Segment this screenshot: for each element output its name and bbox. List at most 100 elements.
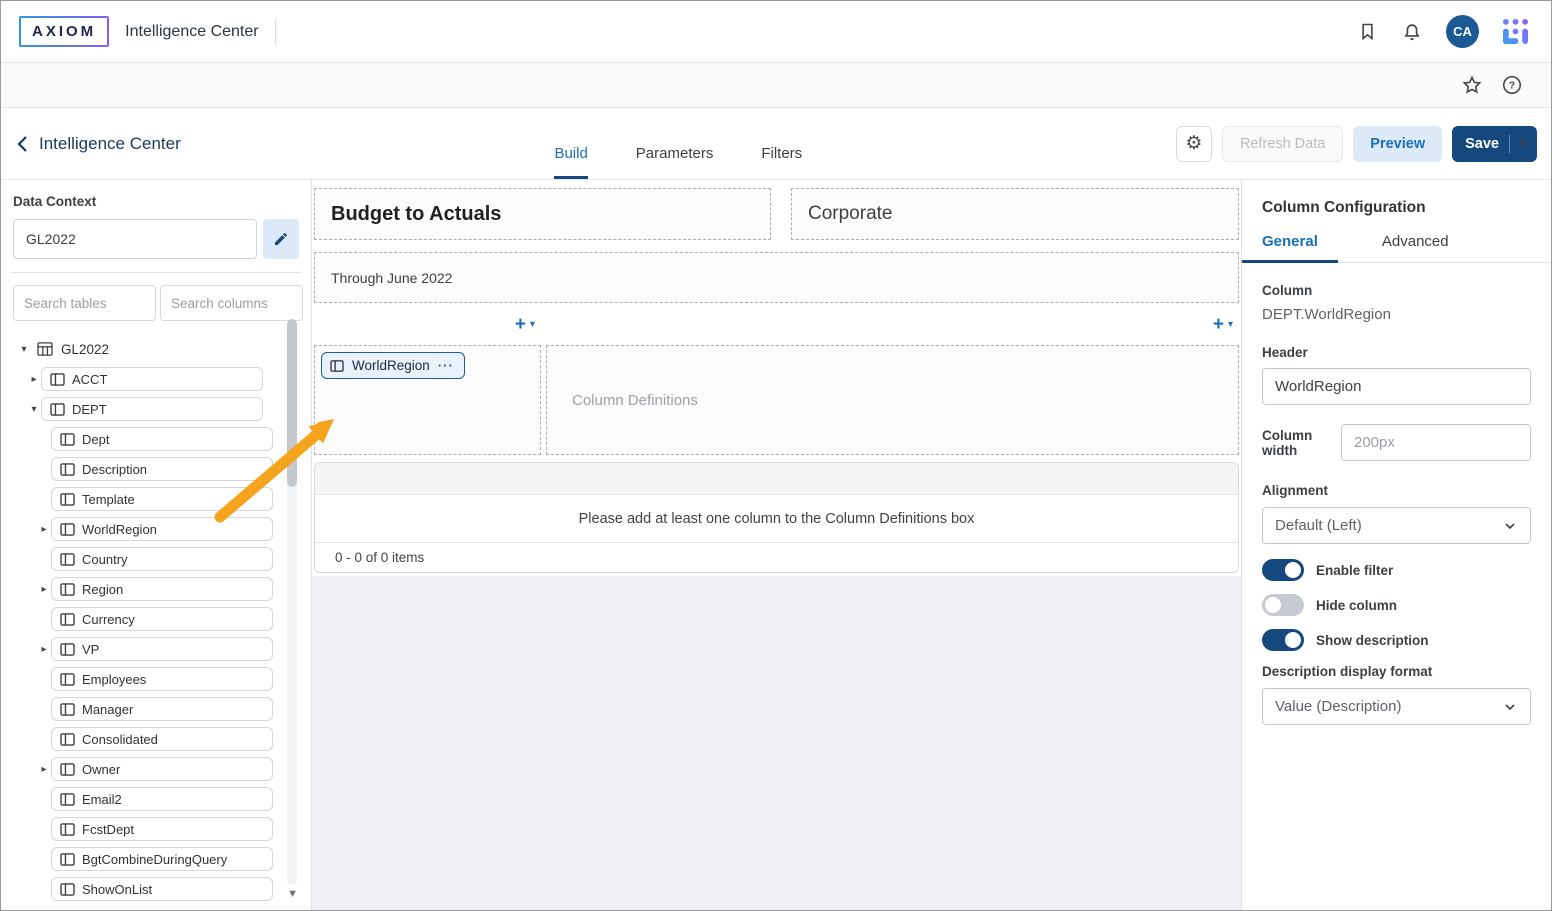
tree-node-label: Manager bbox=[82, 702, 133, 717]
caret-right-icon[interactable]: ▸ bbox=[27, 374, 41, 385]
tab-build[interactable]: Build bbox=[554, 145, 587, 179]
tree-node-label: Consolidated bbox=[82, 732, 158, 747]
tab-parameters[interactable]: Parameters bbox=[636, 145, 714, 179]
svg-text:?: ? bbox=[1509, 81, 1515, 92]
tree-row-country[interactable]: Country bbox=[13, 544, 299, 574]
report-toolbar: Intelligence Center Build Parameters Fil… bbox=[1, 108, 1551, 180]
report-title-box[interactable]: Budget to Actuals bbox=[314, 188, 771, 240]
caret-right-icon[interactable]: ▸ bbox=[37, 524, 51, 535]
enable-filter-toggle[interactable] bbox=[1262, 559, 1304, 581]
tree-node[interactable]: ShowOnList bbox=[51, 877, 273, 901]
sidebar-scrollbar-down-arrow[interactable]: ▼ bbox=[287, 888, 298, 900]
tree-node[interactable]: ACCT bbox=[41, 367, 263, 391]
tree-row-manager[interactable]: Manager bbox=[13, 694, 299, 724]
tree-row-acct[interactable]: ▸ACCT bbox=[13, 364, 299, 394]
tree-row-template[interactable]: Template bbox=[13, 484, 299, 514]
tree-row-showonlist[interactable]: ShowOnList bbox=[13, 874, 299, 904]
tree-node[interactable]: Manager bbox=[51, 697, 273, 721]
caret-down-icon[interactable]: ▾ bbox=[27, 404, 41, 415]
alignment-select[interactable]: Default (Left) bbox=[1262, 507, 1531, 544]
notifications-bell-icon[interactable] bbox=[1401, 21, 1423, 43]
tree-root[interactable]: GL2022 bbox=[37, 342, 109, 357]
favorite-star-icon[interactable] bbox=[1461, 74, 1483, 96]
preview-button[interactable]: Preview bbox=[1353, 126, 1442, 162]
add-row-definition-button[interactable]: + ▾ bbox=[515, 311, 535, 337]
tree-node-label: Email2 bbox=[82, 792, 122, 807]
tree-node[interactable]: Email2 bbox=[51, 787, 273, 811]
settings-gear-button[interactable]: ⚙ bbox=[1176, 126, 1212, 162]
data-context-input[interactable] bbox=[13, 219, 257, 259]
plus-icon: + bbox=[515, 315, 526, 334]
report-entity-box[interactable]: Corporate bbox=[791, 188, 1239, 240]
back-link-label: Intelligence Center bbox=[39, 134, 181, 154]
tree-node[interactable]: Owner bbox=[51, 757, 273, 781]
tree-node[interactable]: Employees bbox=[51, 667, 273, 691]
save-dropdown-caret-icon[interactable]: ▾ bbox=[1510, 137, 1524, 150]
caret-right-icon[interactable]: ▸ bbox=[37, 644, 51, 655]
hide-column-toggle[interactable] bbox=[1262, 594, 1304, 616]
tree-node-label: DEPT bbox=[72, 402, 107, 417]
tree-node[interactable]: Dept bbox=[51, 427, 273, 451]
tab-advanced[interactable]: Advanced bbox=[1362, 233, 1469, 263]
tree-row-worldregion[interactable]: ▸WorldRegion bbox=[13, 514, 299, 544]
tab-general[interactable]: General bbox=[1242, 233, 1338, 263]
column-definitions-box[interactable]: Column Definitions bbox=[546, 345, 1239, 455]
tree-node[interactable]: BgtCombineDuringQuery bbox=[51, 847, 273, 871]
column-icon bbox=[60, 613, 75, 626]
show-description-toggle[interactable] bbox=[1262, 629, 1304, 651]
row-definitions-box[interactable]: WorldRegion ··· bbox=[314, 345, 541, 455]
sidebar-scrollbar-thumb[interactable] bbox=[287, 319, 297, 487]
refresh-data-button[interactable]: Refresh Data bbox=[1222, 126, 1343, 162]
alignment-label: Alignment bbox=[1262, 483, 1531, 498]
tree-node[interactable]: Currency bbox=[51, 607, 273, 631]
edit-data-context-button[interactable] bbox=[263, 219, 299, 259]
column-icon bbox=[60, 583, 75, 596]
caret-right-icon[interactable]: ▸ bbox=[37, 764, 51, 775]
tree-node[interactable]: FcstDept bbox=[51, 817, 273, 841]
tree-row-bgtcombineduringquery[interactable]: BgtCombineDuringQuery bbox=[13, 844, 299, 874]
tree-row-employees[interactable]: Employees bbox=[13, 664, 299, 694]
tree-node[interactable]: VP bbox=[51, 637, 273, 661]
tree-node[interactable]: Description bbox=[51, 457, 273, 481]
tree-row-description[interactable]: Description bbox=[13, 454, 299, 484]
tree-node[interactable]: DEPT bbox=[41, 397, 263, 421]
search-tables-input[interactable] bbox=[13, 285, 156, 321]
column-icon bbox=[50, 403, 65, 416]
tree-node[interactable]: Template bbox=[51, 487, 273, 511]
tree-row-email2[interactable]: Email2 bbox=[13, 784, 299, 814]
worldregion-chip[interactable]: WorldRegion ··· bbox=[321, 352, 465, 379]
panel-title: Column Configuration bbox=[1262, 199, 1531, 217]
save-button[interactable]: Save ▾ bbox=[1452, 126, 1537, 162]
help-icon[interactable]: ? bbox=[1501, 74, 1523, 96]
user-avatar[interactable]: CA bbox=[1446, 15, 1479, 48]
sidebar-scrollbar-track[interactable] bbox=[287, 319, 297, 885]
tree-row-fcstdept[interactable]: FcstDept bbox=[13, 814, 299, 844]
plus-icon: + bbox=[1213, 315, 1224, 334]
tree-row-gl2022[interactable]: ▾ GL2022 bbox=[13, 334, 299, 364]
tree-row-dept[interactable]: Dept bbox=[13, 424, 299, 454]
tab-filters[interactable]: Filters bbox=[761, 145, 802, 179]
description-format-select[interactable]: Value (Description) bbox=[1262, 688, 1531, 725]
tree-node[interactable]: Country bbox=[51, 547, 273, 571]
tree-row-region[interactable]: ▸Region bbox=[13, 574, 299, 604]
bookmark-icon[interactable] bbox=[1357, 21, 1378, 42]
tree-row-dept[interactable]: ▾ DEPT bbox=[13, 394, 299, 424]
tree-row-owner[interactable]: ▸Owner bbox=[13, 754, 299, 784]
caret-down-icon[interactable]: ▾ bbox=[17, 344, 31, 355]
tree-row-currency[interactable]: Currency bbox=[13, 604, 299, 634]
tree-row-vp[interactable]: ▸VP bbox=[13, 634, 299, 664]
tree-node[interactable]: Region bbox=[51, 577, 273, 601]
column-icon bbox=[60, 643, 75, 656]
tree-node[interactable]: Consolidated bbox=[51, 727, 273, 751]
caret-right-icon[interactable]: ▸ bbox=[37, 584, 51, 595]
back-link[interactable]: Intelligence Center bbox=[17, 134, 181, 154]
report-period-box[interactable]: Through June 2022 bbox=[314, 252, 1239, 303]
apps-grid-icon[interactable] bbox=[1502, 18, 1529, 45]
tree-row-consolidated[interactable]: Consolidated bbox=[13, 724, 299, 754]
chip-menu-icon[interactable]: ··· bbox=[438, 358, 454, 373]
tree-node[interactable]: WorldRegion bbox=[51, 517, 273, 541]
header-input[interactable] bbox=[1262, 368, 1531, 405]
add-column-definition-button[interactable]: + ▾ bbox=[1213, 311, 1233, 337]
search-columns-input[interactable] bbox=[160, 285, 303, 321]
column-width-input[interactable] bbox=[1341, 424, 1531, 461]
